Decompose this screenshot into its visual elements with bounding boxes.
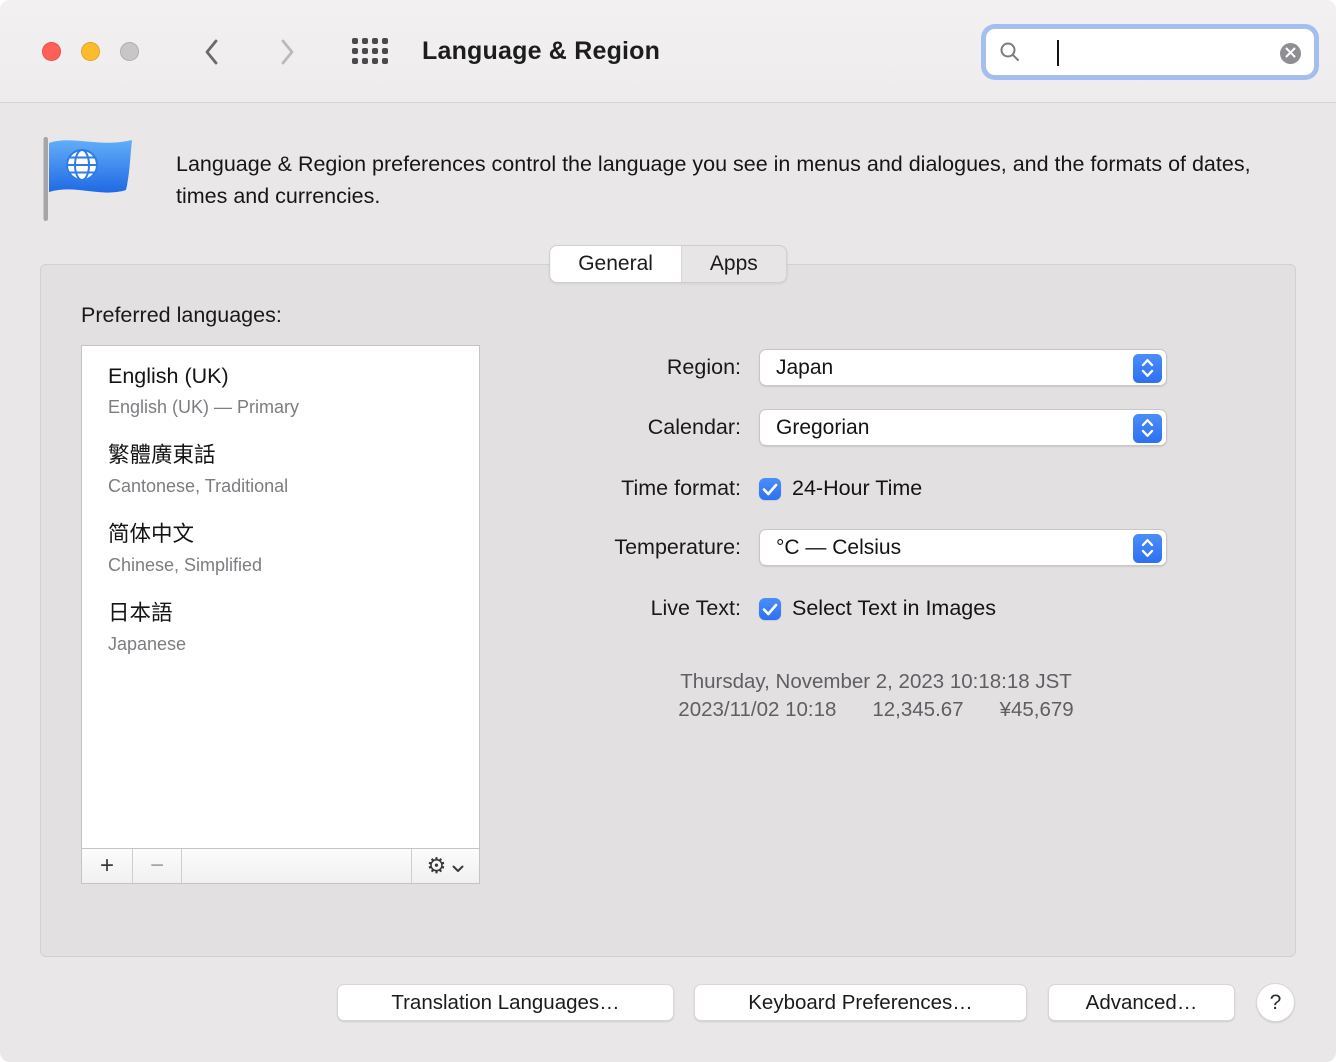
text-caret bbox=[1057, 40, 1059, 66]
back-button[interactable] bbox=[204, 39, 219, 68]
temperature-value: °C — Celsius bbox=[776, 535, 902, 559]
general-panel: Preferred languages: English (UK) Englis… bbox=[40, 264, 1296, 957]
dropdown-stepper-icon bbox=[1133, 353, 1162, 383]
checkbox-checked-icon[interactable] bbox=[759, 597, 781, 620]
tab-group: General Apps bbox=[549, 245, 787, 283]
language-region-flag-icon bbox=[42, 136, 134, 222]
minimize-window-button[interactable] bbox=[81, 42, 100, 61]
close-window-button[interactable] bbox=[42, 42, 61, 61]
remove-language-button[interactable]: − bbox=[133, 849, 182, 883]
forward-button[interactable] bbox=[280, 39, 295, 68]
region-row: Region: Japan bbox=[501, 349, 1167, 386]
temperature-label: Temperature: bbox=[614, 535, 741, 559]
live-text-row: Live Text: Select Text in Images bbox=[501, 590, 996, 627]
search-icon bbox=[999, 41, 1021, 63]
preview-datetime: Thursday, November 2, 2023 10:18:18 JST bbox=[680, 670, 1072, 693]
calendar-value: Gregorian bbox=[776, 415, 870, 439]
tab-apps[interactable]: Apps bbox=[682, 246, 786, 282]
select-text-in-images-label: Select Text in Images bbox=[792, 596, 996, 620]
advanced-button[interactable]: Advanced… bbox=[1048, 984, 1235, 1021]
region-select[interactable]: Japan bbox=[759, 349, 1167, 386]
keyboard-preferences-button[interactable]: Keyboard Preferences… bbox=[694, 984, 1027, 1021]
language-list-item[interactable]: 繁體廣東話 Cantonese, Traditional bbox=[108, 441, 469, 498]
language-name: 繁體廣東話 bbox=[108, 443, 216, 467]
language-detail: Japanese bbox=[108, 634, 187, 654]
region-label: Region: bbox=[666, 355, 741, 379]
language-name: 日本語 bbox=[108, 601, 173, 625]
gear-icon: ⚙ bbox=[426, 853, 447, 878]
search-input[interactable] bbox=[1026, 33, 1272, 71]
search-field[interactable] bbox=[985, 28, 1315, 76]
language-detail: English (UK) — Primary bbox=[108, 397, 300, 417]
24-hour-time-label: 24-Hour Time bbox=[792, 476, 923, 500]
format-preview: Thursday, November 2, 2023 10:18:18 JST … bbox=[601, 668, 1151, 724]
window-title: Language & Region bbox=[422, 37, 661, 65]
actions-gear-button[interactable]: ⚙ bbox=[412, 849, 479, 883]
preview-currency: ¥45,679 bbox=[999, 698, 1074, 721]
chevron-left-icon bbox=[204, 39, 219, 68]
preview-formats: 2023/11/02 10:18 12,345.67 ¥45,679 bbox=[601, 696, 1151, 724]
dropdown-stepper-icon bbox=[1133, 413, 1162, 443]
select-text-in-images-checkbox-row[interactable]: Select Text in Images bbox=[759, 596, 996, 621]
language-detail: Chinese, Simplified bbox=[108, 555, 263, 575]
add-language-button[interactable]: + bbox=[82, 849, 133, 883]
intro-section: Language & Region preferences control th… bbox=[42, 136, 1286, 222]
language-region-window: Language & Region Language & Region pref… bbox=[0, 0, 1336, 1062]
language-name: English (UK) bbox=[108, 364, 229, 388]
translation-languages-button[interactable]: Translation Languages… bbox=[337, 984, 674, 1021]
clear-search-button[interactable] bbox=[1280, 43, 1301, 64]
help-button[interactable]: ? bbox=[1256, 983, 1295, 1022]
24-hour-time-checkbox-row[interactable]: 24-Hour Time bbox=[759, 476, 922, 501]
preferred-languages-label: Preferred languages: bbox=[81, 303, 282, 327]
toolbar-spacer bbox=[182, 849, 412, 883]
language-list-item[interactable]: 日本語 Japanese bbox=[108, 599, 469, 656]
calendar-row: Calendar: Gregorian bbox=[501, 409, 1167, 446]
temperature-row: Temperature: °C — Celsius bbox=[501, 529, 1167, 566]
calendar-select[interactable]: Gregorian bbox=[759, 409, 1167, 446]
language-items: English (UK) English (UK) — Primary 繁體廣東… bbox=[82, 346, 479, 656]
live-text-label: Live Text: bbox=[650, 596, 741, 620]
checkbox-checked-icon[interactable] bbox=[759, 477, 781, 500]
dropdown-stepper-icon bbox=[1133, 533, 1162, 563]
chevron-down-icon bbox=[452, 853, 464, 879]
language-detail: Cantonese, Traditional bbox=[108, 476, 289, 496]
language-list-toolbar: + − ⚙ bbox=[82, 848, 479, 883]
language-list-item[interactable]: English (UK) English (UK) — Primary bbox=[108, 362, 469, 419]
calendar-label: Calendar: bbox=[647, 415, 741, 439]
preferences-description: Language & Region preferences control th… bbox=[176, 152, 1251, 208]
time-format-label: Time format: bbox=[621, 476, 741, 500]
preview-number: 12,345.67 bbox=[872, 698, 964, 721]
zoom-window-button bbox=[120, 42, 139, 61]
temperature-select[interactable]: °C — Celsius bbox=[759, 529, 1167, 566]
language-name: 简体中文 bbox=[108, 522, 195, 546]
region-value: Japan bbox=[776, 355, 834, 379]
close-icon bbox=[1285, 46, 1296, 61]
preferred-languages-list[interactable]: English (UK) English (UK) — Primary 繁體廣東… bbox=[81, 345, 480, 884]
language-list-item[interactable]: 简体中文 Chinese, Simplified bbox=[108, 520, 469, 577]
window-controls bbox=[42, 42, 139, 61]
tab-general[interactable]: General bbox=[550, 246, 682, 282]
show-all-preferences-grid-icon[interactable] bbox=[352, 38, 388, 64]
titlebar: Language & Region bbox=[0, 0, 1336, 103]
preview-short-date: 2023/11/02 10:18 bbox=[678, 698, 837, 721]
chevron-right-icon bbox=[280, 39, 295, 68]
time-format-row: Time format: 24-Hour Time bbox=[501, 470, 922, 507]
